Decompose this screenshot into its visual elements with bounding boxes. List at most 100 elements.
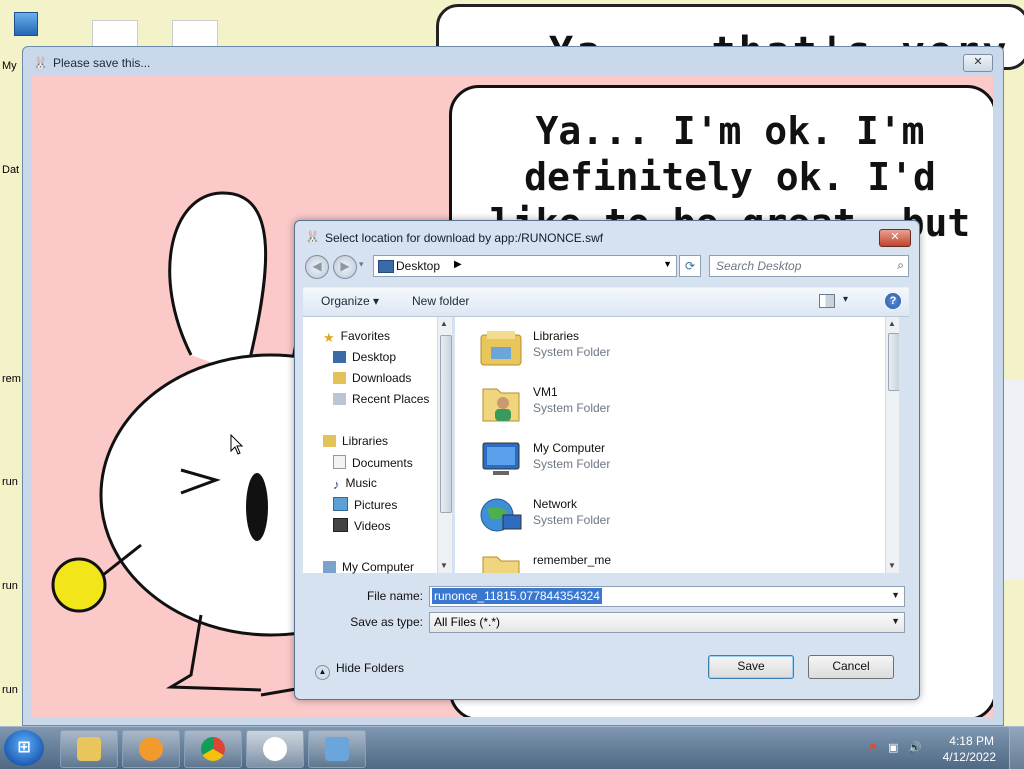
chevron-down-icon[interactable]: ▼ [891, 616, 900, 626]
nav-downloads[interactable]: Downloads [333, 371, 411, 385]
nav-pictures-label: Pictures [354, 498, 398, 512]
nav-libraries[interactable]: Libraries [323, 434, 388, 448]
taskbar-window-button[interactable] [308, 730, 366, 768]
view-options-icon[interactable] [819, 294, 835, 308]
new-folder-button[interactable]: New folder [412, 294, 469, 308]
forward-button[interactable]: ▶ [333, 255, 357, 279]
background-window-edge[interactable] [1002, 380, 1024, 580]
nav-videos[interactable]: Videos [333, 518, 390, 533]
volume-icon[interactable]: 🔊 [908, 741, 922, 755]
save-dialog: 🐰 Select location for download by app:/R… [294, 220, 920, 700]
scroll-down-icon[interactable]: ▼ [440, 561, 448, 570]
file-scrollbar[interactable]: ▲ ▼ [885, 317, 899, 573]
search-input[interactable]: Search Desktop ⌕ [709, 255, 909, 277]
videos-icon [333, 518, 348, 532]
taskbar-explorer-button[interactable] [60, 730, 118, 768]
nav-my-computer-label: My Computer [342, 560, 415, 574]
address-bar[interactable]: Desktop ▶ ▼ [373, 255, 677, 277]
taskbar-chrome-button[interactable] [184, 730, 242, 768]
save-type-value: All Files (*.*) [434, 615, 501, 629]
computer-icon [482, 442, 520, 475]
nav-my-computer[interactable]: My Computer [323, 560, 414, 574]
file-name: Network [533, 497, 578, 511]
scroll-down-icon[interactable]: ▼ [888, 561, 896, 570]
nav-recent-places-label: Recent Places [352, 392, 430, 406]
chevron-right-icon[interactable]: ▶ [454, 259, 462, 270]
computer-icon[interactable] [14, 12, 38, 36]
bunny-icon: 🐰 [305, 230, 320, 244]
media-player-icon [139, 737, 163, 761]
nav-recent-places[interactable]: Recent Places [333, 392, 429, 406]
network-icon [480, 498, 522, 532]
recent-pages-icon[interactable]: ▾ [359, 259, 364, 270]
list-item-vm1[interactable]: VM1 System Folder [479, 379, 779, 429]
nav-documents[interactable]: Documents [333, 455, 413, 470]
list-item-remember-me[interactable]: remember_me [479, 547, 779, 573]
search-icon[interactable]: ⌕ [897, 258, 904, 273]
nav-desktop-label: Desktop [352, 350, 397, 364]
file-name-value: runonce_11815.077844354324 [432, 588, 602, 604]
view-dropdown-icon[interactable]: ▾ [843, 294, 848, 305]
chevron-down-icon[interactable]: ▼ [891, 590, 900, 600]
app-close-button[interactable]: ✕ [963, 54, 993, 72]
save-type-label: Save as type: [350, 615, 423, 629]
nav-scroll-thumb[interactable] [440, 335, 452, 513]
action-center-icon[interactable]: ⚑ [868, 741, 882, 755]
scroll-up-icon[interactable]: ▲ [440, 319, 448, 328]
folder-icon [482, 556, 520, 573]
desktop: My Dat rem run run run [0, 0, 38, 726]
bunny-icon: 🐰 [33, 56, 48, 70]
file-name-label: File name: [366, 589, 423, 603]
file-name: remember_me [533, 553, 612, 567]
star-icon: ★ [323, 330, 335, 345]
file-name: My Computer [533, 441, 606, 455]
nav-favorites[interactable]: ★ Favorites [323, 329, 391, 345]
chevron-down-icon[interactable]: ▼ [663, 259, 672, 269]
scroll-up-icon[interactable]: ▲ [888, 319, 896, 328]
list-item-network[interactable]: Network System Folder [479, 491, 779, 541]
taskbar-media-button[interactable] [122, 730, 180, 768]
mouse-cursor-icon [230, 434, 244, 455]
help-button[interactable]: ? [885, 293, 901, 309]
save-button[interactable]: Save [708, 655, 794, 679]
desktop-icon [333, 351, 346, 363]
clock-time[interactable]: 4:18 PM [949, 734, 994, 748]
file-name: Libraries [533, 329, 580, 343]
nav-favorites-label: Favorites [340, 329, 391, 343]
show-desktop-button[interactable] [1009, 727, 1024, 769]
file-type: System Folder [533, 457, 611, 471]
list-item-libraries[interactable]: Libraries System Folder [479, 323, 779, 373]
file-name-input[interactable]: runonce_11815.077844354324 ▼ [429, 586, 905, 607]
dialog-close-button[interactable]: ✕ [879, 229, 911, 247]
refresh-button[interactable]: ⟳ [679, 255, 701, 277]
cancel-button[interactable]: Cancel [808, 655, 894, 679]
back-button[interactable]: ◀ [305, 255, 329, 279]
start-button[interactable]: ⊞ [4, 730, 44, 766]
nav-desktop[interactable]: Desktop [333, 350, 396, 364]
nav-pictures[interactable]: Pictures [333, 497, 397, 512]
organize-button[interactable]: Organize ▾ [321, 294, 379, 308]
file-list: Libraries System Folder VM1 System Folde… [455, 317, 899, 573]
pictures-icon [333, 497, 348, 511]
computer-icon [323, 561, 336, 573]
music-icon: ♪ [333, 477, 340, 492]
taskbar: ⊞ ⚑ ▣ 🔊 4:18 PM 4/12/2022 [0, 726, 1024, 769]
dialog-title: Select location for download by app:/RUN… [325, 231, 604, 245]
nav-libraries-label: Libraries [342, 434, 389, 448]
save-type-select[interactable]: All Files (*.*) ▼ [429, 612, 905, 633]
dialog-toolbar: Organize ▾ New folder ▾ ? [303, 287, 909, 317]
nav-music-label: Music [345, 476, 377, 490]
list-item-my-computer[interactable]: My Computer System Folder [479, 435, 779, 485]
clock-date[interactable]: 4/12/2022 [943, 750, 996, 764]
chevron-up-icon: ▲ [315, 665, 330, 680]
nav-scrollbar[interactable]: ▲ ▼ [437, 317, 452, 573]
search-placeholder: Search Desktop [716, 259, 802, 273]
downloads-icon [333, 372, 346, 384]
network-status-icon[interactable]: ▣ [888, 741, 902, 755]
file-scroll-thumb[interactable] [888, 333, 899, 391]
hide-folders-button[interactable]: ▲ Hide Folders [315, 661, 404, 680]
user-folder-icon [482, 388, 520, 422]
nav-music[interactable]: ♪ Music [333, 476, 377, 492]
taskbar-bunny-app-button[interactable] [246, 730, 304, 768]
hide-folders-label: Hide Folders [336, 661, 405, 675]
